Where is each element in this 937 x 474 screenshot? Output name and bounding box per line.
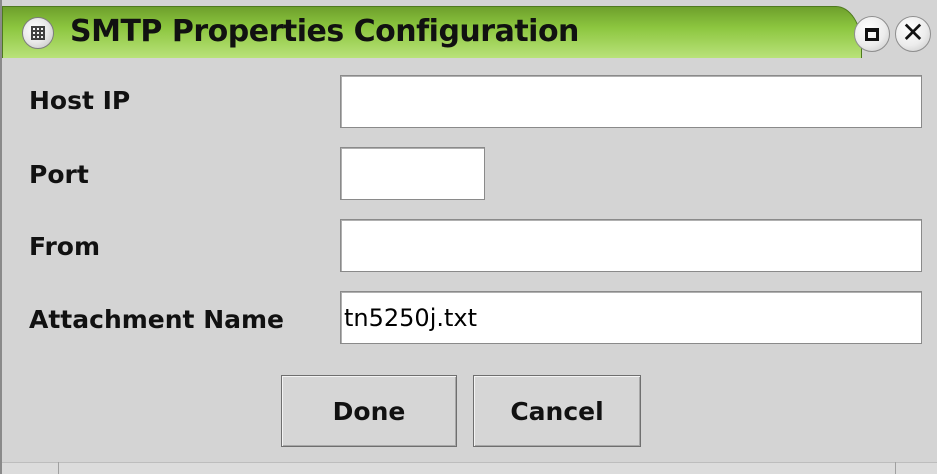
attachment-name-field[interactable] bbox=[340, 291, 922, 344]
maximize-button[interactable] bbox=[854, 16, 890, 52]
cancel-button[interactable]: Cancel bbox=[473, 375, 641, 447]
port-field[interactable] bbox=[340, 147, 485, 200]
resize-grip-left[interactable] bbox=[2, 462, 59, 474]
window-menu-icon[interactable] bbox=[22, 17, 54, 49]
maximize-icon bbox=[865, 27, 879, 41]
attachment-name-label: Attachment Name bbox=[29, 305, 284, 334]
close-icon: ✕ bbox=[901, 16, 925, 49]
from-field[interactable] bbox=[340, 219, 922, 272]
smtp-dialog-window: SMTP Properties Configuration ✕ Host IP … bbox=[0, 0, 937, 474]
from-label: From bbox=[29, 232, 101, 261]
window-bottom-border bbox=[2, 462, 937, 474]
window-menu-glyph bbox=[31, 26, 45, 40]
port-label: Port bbox=[29, 160, 89, 189]
done-button[interactable]: Done bbox=[281, 375, 457, 447]
host-ip-field[interactable] bbox=[340, 75, 922, 128]
resize-grip-right[interactable] bbox=[895, 462, 937, 474]
title-bar[interactable]: SMTP Properties Configuration ✕ bbox=[2, 0, 937, 62]
close-button[interactable]: ✕ bbox=[895, 16, 931, 52]
host-ip-label: Host IP bbox=[29, 86, 131, 115]
window-title: SMTP Properties Configuration bbox=[70, 14, 579, 49]
